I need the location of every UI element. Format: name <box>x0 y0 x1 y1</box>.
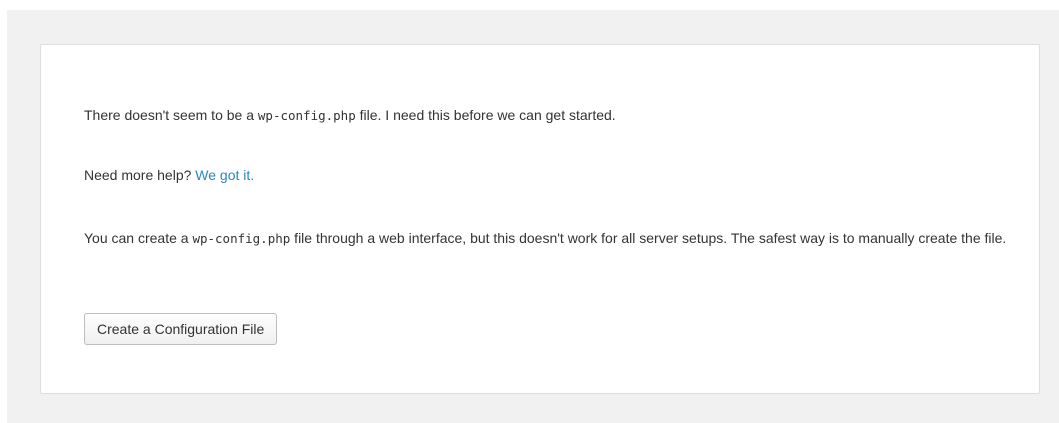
create-config-button[interactable]: Create a Configuration File <box>84 313 278 345</box>
help-link[interactable]: We got it. <box>195 167 254 183</box>
create-info-text-end: file through a web interface, but this d… <box>290 230 1007 246</box>
help-prompt: Need more help? <box>84 167 196 183</box>
help-message: Need more help? We got it. <box>84 163 1009 187</box>
create-info-text-start: You can create a <box>84 230 193 246</box>
missing-config-message: There doesn't seem to be a wp-config.php… <box>84 103 1009 128</box>
config-filename: wp-config.php <box>257 108 356 123</box>
setup-panel: There doesn't seem to be a wp-config.php… <box>40 44 1040 394</box>
create-info-message: You can create a wp-config.php file thro… <box>84 226 1009 251</box>
missing-config-text-end: file. I need this before we can get star… <box>355 107 616 123</box>
missing-config-text-start: There doesn't seem to be a <box>84 107 258 123</box>
info-config-filename: wp-config.php <box>192 231 291 246</box>
